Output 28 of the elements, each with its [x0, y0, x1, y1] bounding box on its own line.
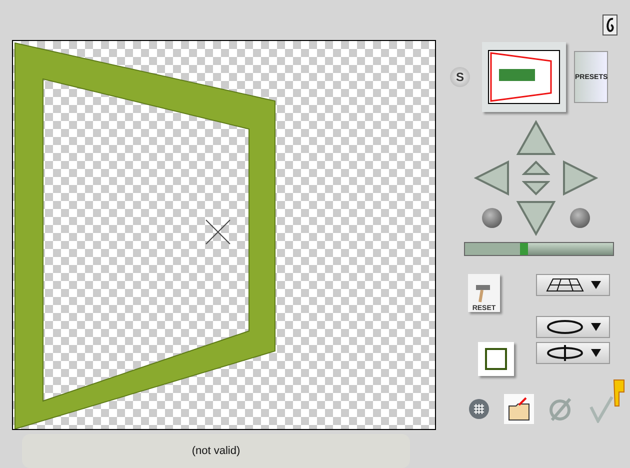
crosshair-icon [205, 219, 231, 245]
caret-icon [591, 323, 601, 331]
rotate-left-icon[interactable] [482, 208, 502, 228]
canvas-area[interactable] [12, 40, 436, 430]
square-icon [485, 348, 507, 370]
zoom-slider[interactable] [464, 242, 614, 256]
spin-dropdown[interactable] [536, 342, 610, 364]
caret-icon [591, 349, 601, 357]
lower-icon[interactable] [522, 180, 550, 196]
right-arrow-icon[interactable] [562, 160, 598, 196]
grid-icon [545, 277, 585, 293]
folder-icon[interactable] [504, 394, 534, 424]
rotate-right-icon[interactable] [570, 208, 590, 228]
status-text: (not valid) [192, 445, 240, 457]
down-arrow-icon[interactable] [516, 200, 556, 236]
spin-axis-icon [545, 345, 585, 361]
raise-icon[interactable] [522, 160, 550, 176]
frame-color-button[interactable] [478, 342, 514, 376]
caret-icon [591, 281, 601, 289]
checkmark-icon[interactable] [588, 395, 614, 423]
rotation-dropdown[interactable] [536, 316, 610, 338]
grid-dropdown[interactable] [536, 274, 610, 296]
slider-thumb[interactable] [520, 243, 528, 255]
left-arrow-icon[interactable] [474, 160, 510, 196]
up-arrow-icon[interactable] [516, 120, 556, 156]
preview-thumbnail[interactable] [482, 42, 566, 112]
show-button[interactable]: S [450, 67, 470, 87]
grid-toggle-icon[interactable] [468, 398, 490, 420]
